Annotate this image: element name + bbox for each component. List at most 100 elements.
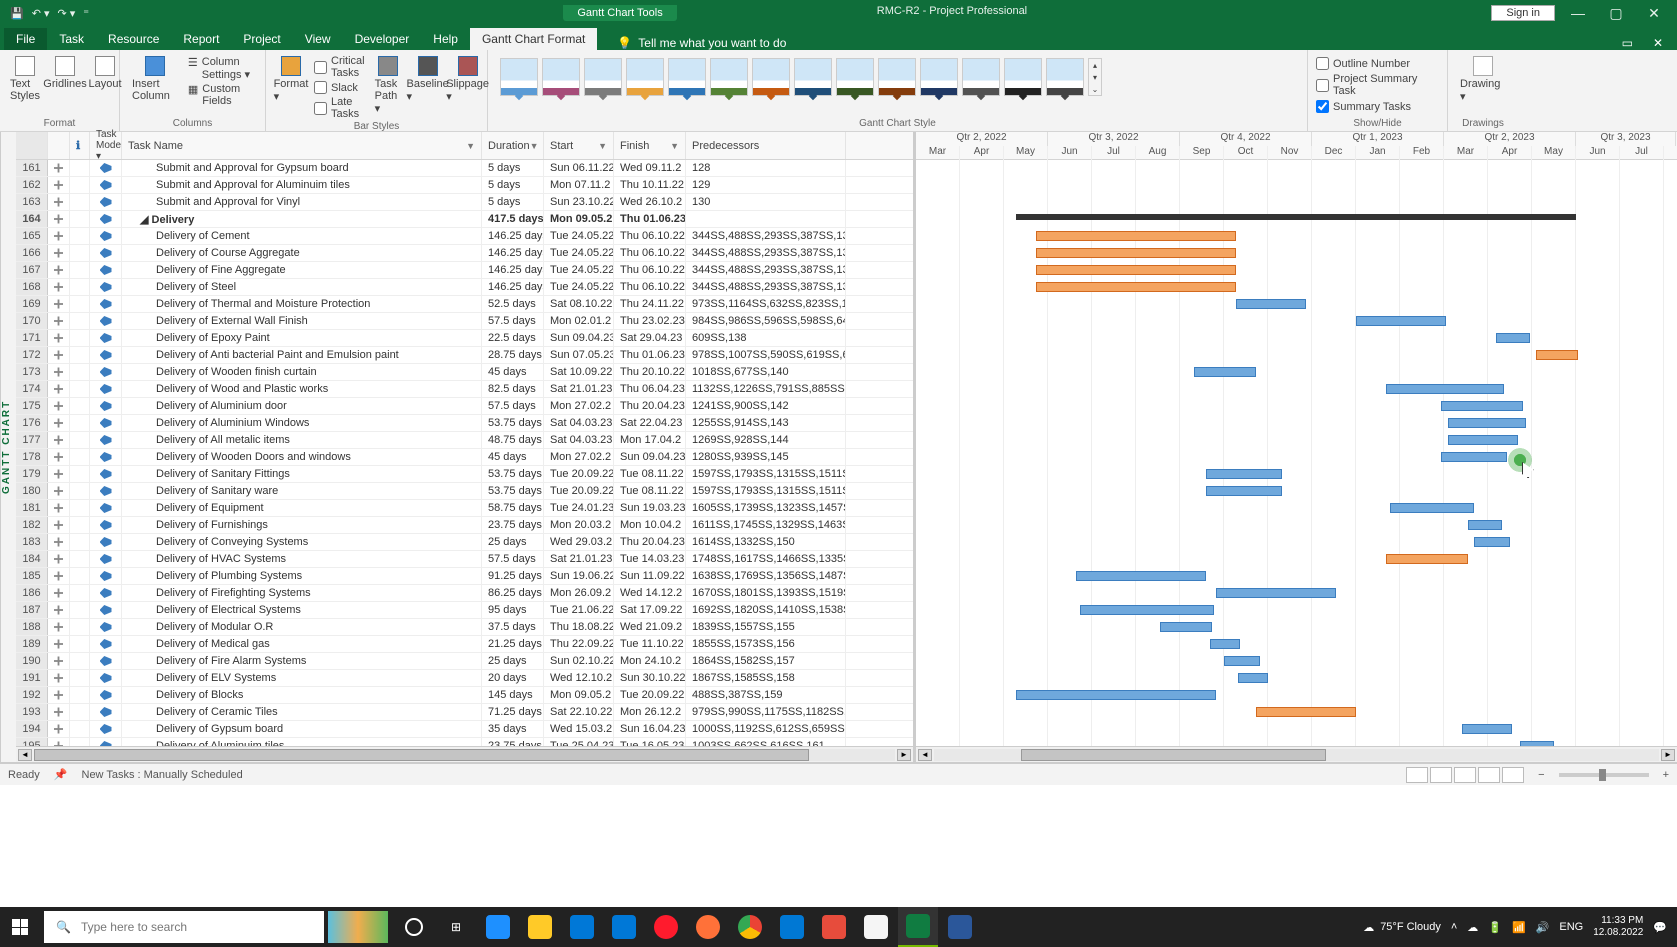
table-row[interactable]: 179Delivery of Sanitary Fittings53.75 da… [16, 466, 913, 483]
gantt-style-gallery[interactable]: ▴▾⌄ [496, 54, 1299, 100]
style-swatch[interactable] [500, 58, 538, 96]
col-task-name[interactable]: Task Name▼ [122, 132, 482, 159]
table-row[interactable]: 185Delivery of Plumbing Systems91.25 day… [16, 568, 913, 585]
style-swatch[interactable] [710, 58, 748, 96]
table-row[interactable]: 162Submit and Approval for Aluminuim til… [16, 177, 913, 194]
tell-me-search[interactable]: 💡 Tell me what you want to do [617, 36, 786, 50]
undo-icon[interactable]: ↶ ▾ [32, 7, 50, 20]
restore-icon[interactable]: ▢ [1601, 5, 1631, 22]
app-paint-icon[interactable] [856, 907, 896, 947]
gantt-bar[interactable] [1496, 333, 1530, 343]
table-row[interactable]: 192Delivery of Blocks145 daysMon 09.05.2… [16, 687, 913, 704]
table-row[interactable]: 165Delivery of Cement146.25 daysTue 24.0… [16, 228, 913, 245]
custom-fields-button[interactable]: ▦Custom Fields [188, 83, 257, 107]
menu-tab-project[interactable]: Project [231, 28, 292, 50]
style-swatch[interactable] [836, 58, 874, 96]
taskbar-search[interactable]: 🔍 Type here to search [44, 911, 324, 943]
outlook-icon[interactable] [772, 907, 812, 947]
gridlines-button[interactable]: Gridlines [48, 54, 82, 92]
sign-in-button[interactable]: Sign in [1491, 5, 1555, 21]
table-hscroll[interactable]: ◄► [16, 746, 913, 762]
close-icon[interactable]: ✕ [1639, 5, 1669, 22]
table-row[interactable]: 168Delivery of Steel146.25 daysTue 24.05… [16, 279, 913, 296]
style-swatch[interactable] [962, 58, 1000, 96]
gantt-bar[interactable] [1160, 622, 1212, 632]
style-swatch[interactable] [584, 58, 622, 96]
task-view-icon[interactable]: ⊞ [436, 907, 476, 947]
table-row[interactable]: 163Submit and Approval for Vinyl5 daysSu… [16, 194, 913, 211]
layout-button[interactable]: Layout [88, 54, 122, 92]
table-row[interactable]: 167Delivery of Fine Aggregate146.25 days… [16, 262, 913, 279]
redo-icon[interactable]: ↷ ▾ [58, 7, 76, 20]
menu-tab-resource[interactable]: Resource [96, 28, 171, 50]
chevron-up-icon[interactable]: ˄ [1451, 921, 1457, 933]
baseline-button[interactable]: Baseline ▾ [411, 54, 445, 105]
table-row[interactable]: 187Delivery of Electrical Systems95 days… [16, 602, 913, 619]
table-row[interactable]: 169Delivery of Thermal and Moisture Prot… [16, 296, 913, 313]
volume-icon[interactable]: 🔊 [1536, 921, 1550, 934]
table-row[interactable]: 195Delivery of Aluminuim tiles23.75 days… [16, 738, 913, 746]
style-swatch[interactable] [542, 58, 580, 96]
app-red-icon[interactable] [814, 907, 854, 947]
table-row[interactable]: 184Delivery of HVAC Systems57.5 daysSat … [16, 551, 913, 568]
gantt-bar[interactable] [1238, 673, 1268, 683]
ribbon-display-icon[interactable]: ▭ [1622, 36, 1633, 50]
gantt-bar[interactable] [1016, 214, 1576, 220]
style-swatch[interactable] [668, 58, 706, 96]
style-swatch[interactable] [1046, 58, 1084, 96]
menu-tab-developer[interactable]: Developer [343, 28, 422, 50]
onedrive-icon[interactable]: ☁ [1467, 921, 1478, 934]
battery-icon[interactable]: 🔋 [1488, 921, 1502, 934]
word-icon[interactable] [940, 907, 980, 947]
gantt-bar[interactable] [1448, 435, 1518, 445]
table-row[interactable]: 175Delivery of Aluminium door57.5 daysMo… [16, 398, 913, 415]
gantt-bar[interactable] [1210, 639, 1240, 649]
start-button[interactable] [0, 907, 40, 947]
view-shortcuts[interactable] [1406, 767, 1524, 783]
menu-tab-task[interactable]: Task [47, 28, 96, 50]
gantt-bar[interactable] [1468, 520, 1502, 530]
wifi-icon[interactable]: 📶 [1512, 921, 1526, 934]
store-icon[interactable] [562, 907, 602, 947]
table-row[interactable]: 180Delivery of Sanitary ware53.75 daysTu… [16, 483, 913, 500]
zoom-in-icon[interactable]: + [1663, 769, 1669, 781]
menu-tab-file[interactable]: File [4, 28, 47, 50]
minimize-icon[interactable]: — [1563, 5, 1593, 21]
firefox-icon[interactable] [688, 907, 728, 947]
table-row[interactable]: 188Delivery of Modular O.R37.5 daysThu 1… [16, 619, 913, 636]
opera-icon[interactable] [646, 907, 686, 947]
gantt-bar[interactable] [1256, 707, 1356, 717]
gantt-bar[interactable] [1386, 384, 1504, 394]
col-info[interactable]: ℹ [70, 132, 90, 159]
table-row[interactable]: 186Delivery of Firefighting Systems86.25… [16, 585, 913, 602]
style-swatch[interactable] [878, 58, 916, 96]
explorer-icon[interactable] [520, 907, 560, 947]
gantt-bar[interactable] [1080, 605, 1214, 615]
table-row[interactable]: 183Delivery of Conveying Systems25 daysW… [16, 534, 913, 551]
table-row[interactable]: 178Delivery of Wooden Doors and windows4… [16, 449, 913, 466]
clock[interactable]: 11:33 PM 12.08.2022 [1593, 915, 1643, 939]
format-bars-button[interactable]: Format ▾ [274, 54, 308, 105]
qat-more-icon[interactable]: ⁼ [83, 7, 89, 20]
gantt-bar[interactable] [1474, 537, 1510, 547]
news-widget[interactable] [328, 911, 388, 943]
gantt-bar[interactable] [1036, 231, 1236, 241]
gantt-bar[interactable] [1390, 503, 1474, 513]
drawing-button[interactable]: Drawing ▾ [1456, 54, 1510, 105]
gantt-bar[interactable] [1076, 571, 1206, 581]
table-row[interactable]: 193Delivery of Ceramic Tiles71.25 daysSa… [16, 704, 913, 721]
gantt-bar[interactable] [1036, 282, 1236, 292]
late-tasks-check[interactable]: Late Tasks [314, 95, 365, 121]
gantt-bar[interactable] [1448, 418, 1526, 428]
summary-tasks-check[interactable]: Summary Tasks [1316, 99, 1439, 114]
table-row[interactable]: 164◢ Delivery417.5 daysMon 09.05.2Thu 01… [16, 211, 913, 228]
gantt-bar[interactable] [1386, 554, 1468, 564]
table-row[interactable]: 191Delivery of ELV Systems20 daysWed 12.… [16, 670, 913, 687]
gantt-bar[interactable] [1036, 265, 1236, 275]
window-close-icon[interactable]: ✕ [1653, 36, 1663, 50]
gantt-bar[interactable] [1536, 350, 1578, 360]
table-row[interactable]: 171Delivery of Epoxy Paint22.5 daysSun 0… [16, 330, 913, 347]
column-settings-button[interactable]: ☰Column Settings ▾ [188, 56, 257, 81]
gantt-bar[interactable] [1206, 469, 1282, 479]
mail-icon[interactable] [604, 907, 644, 947]
